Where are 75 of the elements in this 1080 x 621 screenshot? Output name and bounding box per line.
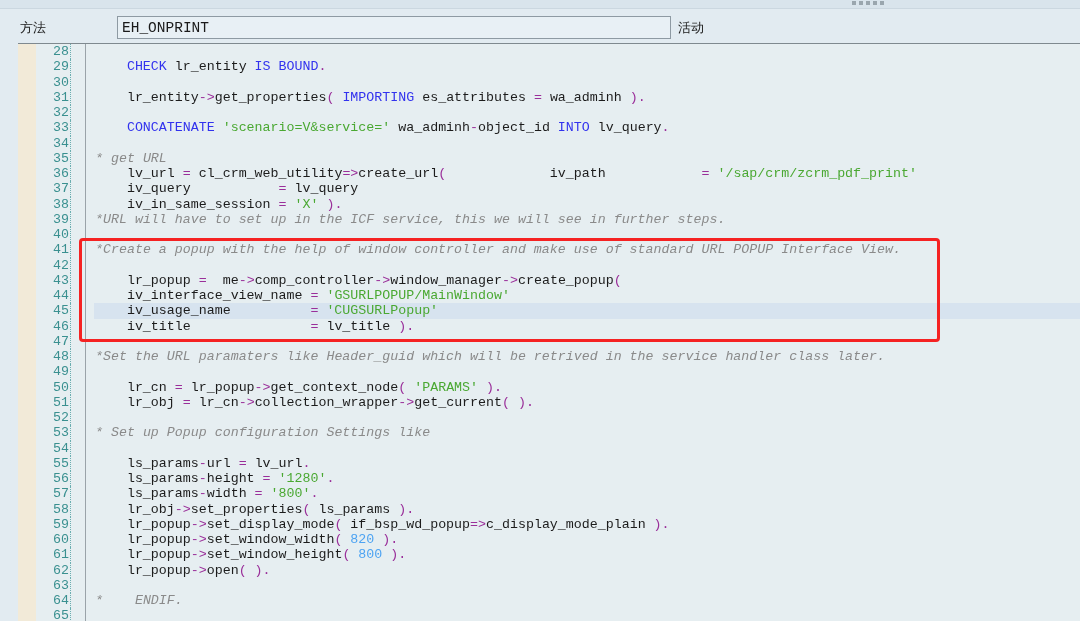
line-number: 43 — [53, 272, 69, 288]
code-line: lr_popup->set_display_mode( if_bsp_wd_popup=>c_display_mode_plain ). — [126, 516, 670, 532]
param-name: iv_query — [126, 181, 191, 197]
code-line: lr_obj = lr_cn->collection_wrapper->get_current( ). — [126, 394, 534, 410]
line-number: 63 — [53, 577, 69, 593]
line-number: 38 — [53, 196, 69, 212]
param-name: iv_interface_view_name — [126, 288, 303, 304]
line-number: 52 — [53, 410, 69, 425]
code-line: CHECK lr_entity IS BOUND. — [126, 59, 327, 75]
line-number: 34 — [53, 135, 69, 151]
code-line: lr_entity->get_properties( IMPORTING es_attributes = wa_adminh ). — [126, 89, 646, 105]
line-number: 48 — [53, 349, 69, 364]
method-label: 方法 — [20, 18, 47, 37]
line-number: 30 — [53, 74, 69, 90]
line-number: 53 — [53, 425, 69, 441]
status-label: 活动 — [678, 18, 704, 37]
line-number: 33 — [53, 120, 69, 136]
line-number: 58 — [53, 501, 69, 517]
line-number: 49 — [53, 364, 69, 380]
line-number: 65 — [53, 608, 69, 621]
code-line: lr_cn = lr_popup->get_context_node( 'PARAMS' ). — [126, 379, 502, 395]
line-number: 35 — [53, 150, 69, 166]
code-comment: *Set the URL paramaters like Header_guid which will be retrived in the service handler class later. — [95, 349, 885, 365]
line-number: 51 — [53, 394, 69, 410]
line-number: 50 — [53, 379, 69, 395]
line-number: 64 — [53, 593, 69, 608]
method-field[interactable]: EH_ONPRINT — [117, 16, 671, 39]
line-number: 39 — [53, 211, 69, 227]
param-name: iv_title — [126, 318, 191, 334]
code-comment: * get URL — [95, 150, 167, 166]
line-number: 29 — [53, 59, 69, 75]
param-name: iv_usage_name — [126, 303, 231, 319]
line-number: 42 — [53, 257, 69, 273]
code-comment: *URL will have to set up in the ICF service, this we will see in further steps. — [95, 211, 726, 227]
code-line: ls_params-width = '800'. — [126, 486, 319, 502]
line-number: 28 — [53, 44, 69, 59]
line-number: 32 — [53, 105, 69, 120]
param-value: = 'CUGSURLPopup' — [310, 303, 439, 319]
code-comment: * Set up Popup configuration Settings like — [95, 425, 431, 441]
code-line: lr_popup->open( ). — [126, 562, 271, 578]
param-name: iv_path — [549, 166, 606, 182]
param-value: = lv_title ). — [310, 318, 415, 334]
code-comment: *Create a popup with the help of window controller and make use of standard URL POPUP Interface View. — [95, 242, 901, 258]
line-number: 45 — [53, 303, 69, 319]
code-line: lr_popup = me->comp_controller->window_manager->create_popup( — [126, 272, 622, 288]
line-number: 61 — [53, 547, 69, 563]
line-number: 56 — [53, 471, 69, 486]
code-line: lr_popup->set_window_height( 800 ). — [126, 547, 407, 563]
param-name: iv_in_same_session — [126, 196, 271, 212]
code-line: CONCATENATE 'scenario=V&service=' wa_adminh-object_id INTO lv_query. — [126, 120, 670, 136]
line-number: 57 — [53, 486, 69, 502]
line-number: 44 — [53, 288, 69, 303]
param-value: = '/sap/crm/zcrm_pdf_print' — [701, 166, 917, 182]
line-number: 41 — [53, 242, 69, 258]
line-number: 31 — [53, 89, 69, 105]
line-number: 54 — [53, 440, 69, 456]
line-number: 37 — [53, 181, 69, 197]
code-line: lv_url = cl_crm_web_utility=>create_url( — [126, 166, 447, 182]
line-number: 55 — [53, 455, 69, 471]
code-line: ls_params-height = '1280'. — [126, 471, 335, 487]
line-number: 60 — [53, 532, 69, 547]
line-number: 36 — [53, 166, 69, 181]
line-number: 47 — [53, 333, 69, 349]
code-line: ls_params-url = lv_url. — [126, 455, 311, 471]
line-number: 59 — [53, 516, 69, 532]
line-number: 40 — [53, 227, 69, 242]
param-value: = 'X' ). — [278, 196, 343, 212]
line-number: 62 — [53, 562, 69, 578]
param-value: = 'GSURLPOPUP/MainWindow' — [310, 288, 510, 304]
drag-handle-icon[interactable] — [852, 1, 884, 5]
code-line: lr_popup->set_window_width( 820 ). — [126, 532, 399, 548]
param-value: = lv_query — [278, 181, 359, 197]
code-comment: * ENDIF. — [95, 593, 183, 609]
code-line: lr_obj->set_properties( ls_params ). — [126, 501, 415, 517]
line-number: 46 — [53, 318, 69, 334]
